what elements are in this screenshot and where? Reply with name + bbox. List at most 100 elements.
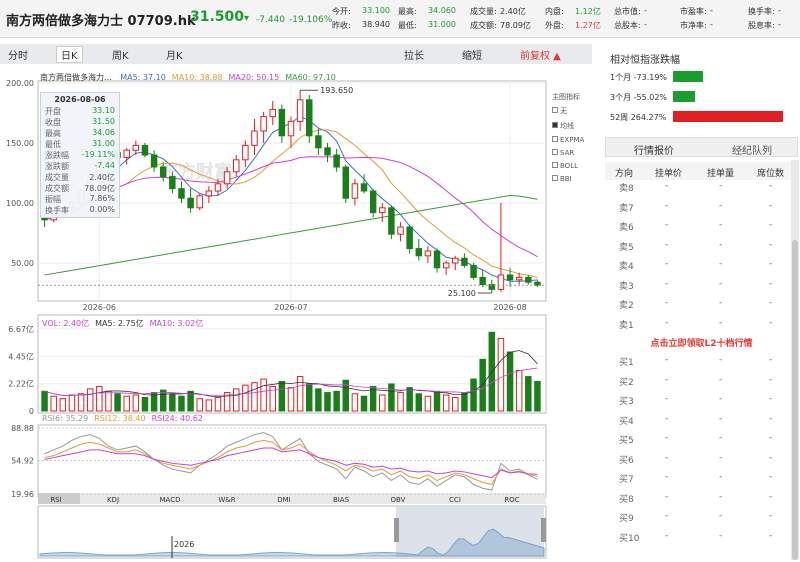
candle-body[interactable] [159, 166, 167, 178]
candle-body[interactable] [506, 274, 514, 281]
tab-quote[interactable]: 行情报价 [634, 142, 674, 157]
volume-y-tick: 6.67亿 [8, 324, 34, 334]
candle-body[interactable] [379, 207, 386, 214]
indicator-checkbox[interactable] [552, 136, 558, 142]
candle-body[interactable] [132, 144, 140, 151]
candle-body[interactable] [260, 116, 267, 132]
candle-body[interactable] [515, 276, 523, 281]
candle-body[interactable] [497, 274, 505, 290]
tab-broker-queue[interactable]: 经纪队列 [732, 142, 772, 157]
indicator-checkbox[interactable] [552, 175, 558, 181]
candle-body[interactable] [369, 190, 377, 214]
orderbook-cell: - [665, 530, 669, 541]
candle-body[interactable] [178, 188, 185, 199]
candle-body[interactable] [351, 183, 359, 199]
tooltip-row: 涨跌幅 -19.11% [41, 150, 119, 161]
candle-body[interactable] [205, 190, 213, 197]
candle-body[interactable] [242, 144, 249, 161]
indicator-option[interactable]: EXPMA [552, 136, 592, 144]
indicator-tab[interactable]: W&R [218, 496, 235, 504]
volume-bar [525, 376, 532, 412]
field-label: 最低: [398, 21, 417, 30]
tab-intraday[interactable]: 分时 [8, 47, 28, 62]
candle-body[interactable] [406, 226, 413, 250]
candle-body[interactable] [187, 197, 194, 209]
zoom-in-button[interactable]: 拉长 [404, 47, 424, 62]
candle-body[interactable] [452, 257, 459, 264]
candle-body[interactable] [388, 207, 395, 235]
candle-body[interactable] [342, 166, 350, 199]
candle-body[interactable] [123, 149, 130, 158]
candle-body[interactable] [278, 108, 286, 137]
candle-body[interactable] [169, 176, 176, 190]
candle-body[interactable] [251, 130, 258, 146]
indicator-tab[interactable]: BIAS [333, 496, 350, 504]
orderbook-row: 买1 - - - [605, 352, 798, 371]
orderbook-row: 卖2 - - - [605, 295, 798, 314]
candle-body[interactable] [223, 171, 231, 185]
navigator-handle-right[interactable] [541, 518, 546, 542]
candle-body[interactable] [525, 276, 532, 283]
indicator-tab[interactable]: ROC [504, 496, 519, 504]
indicator-option[interactable]: SAR [552, 149, 592, 157]
candle-body[interactable] [324, 147, 331, 156]
candle-body[interactable] [214, 183, 222, 192]
indicator-checkbox[interactable] [552, 107, 558, 113]
volume-bar [452, 396, 459, 412]
orderbook-row: 买10 - - - [605, 528, 798, 547]
indicator-tab[interactable]: KDJ [107, 496, 119, 504]
l2-promo-link[interactable]: 点击立即领取L2十档行情 [605, 336, 798, 349]
candle-body[interactable] [296, 99, 304, 122]
indicator-checkbox[interactable] [552, 149, 558, 155]
indicator-checkbox[interactable] [552, 122, 558, 128]
orderbook-cell: - [769, 511, 773, 521]
side-scrollbar[interactable] [791, 160, 799, 560]
tab-daily-k[interactable]: 日K [56, 46, 83, 63]
tab-monthly-k[interactable]: 月K [166, 47, 183, 62]
navigator-handle-left[interactable] [394, 518, 399, 542]
indicator-tab[interactable]: RSI [50, 496, 61, 504]
indicator-option[interactable]: 均线 [552, 121, 592, 131]
indicator-tab[interactable]: MACD [160, 496, 181, 504]
candle-body[interactable] [333, 154, 340, 168]
candle-body[interactable] [397, 226, 404, 235]
volume-bar [461, 392, 468, 412]
candle-body[interactable] [315, 135, 322, 149]
indicator-option[interactable]: BOLL [552, 162, 592, 170]
orderbook-row: 买4 - - - [605, 411, 798, 430]
tooltip-label: 涨跌额 [45, 162, 69, 171]
candle-body[interactable] [442, 262, 450, 269]
scrollbar-thumb[interactable] [792, 240, 798, 560]
chart-stock-name: 南方两倍做多海力... [40, 73, 112, 82]
indicator-checkbox[interactable] [552, 162, 558, 168]
orderbook-cell: - [665, 413, 669, 424]
candle-body[interactable] [415, 248, 423, 257]
candle-body[interactable] [424, 250, 432, 257]
indicator-option[interactable]: BBI [552, 175, 592, 183]
candle-body[interactable] [470, 264, 477, 278]
candle-body[interactable] [269, 108, 276, 118]
indicator-tab[interactable]: CCI [449, 496, 461, 504]
orderbook-row: 卖6 - - - [605, 217, 798, 236]
orderbook-cell: - [769, 530, 773, 541]
candle-body[interactable] [461, 257, 468, 266]
indicator-option[interactable]: 无 [552, 106, 592, 116]
indicator-tab[interactable]: DMI [277, 496, 291, 504]
candle-body[interactable] [360, 183, 368, 192]
zoom-out-button[interactable]: 缩短 [462, 47, 482, 62]
candle-body[interactable] [150, 154, 158, 168]
tooltip-label: 换手率 [45, 206, 69, 215]
candle-body[interactable] [141, 144, 149, 156]
adjust-mode-dropdown[interactable]: 前复权 ▲ [520, 47, 561, 62]
indicator-tab[interactable]: OBV [391, 496, 406, 504]
candle-body[interactable] [433, 250, 441, 269]
candle-body[interactable] [287, 120, 295, 137]
tab-weekly-k[interactable]: 周K [112, 47, 129, 62]
navigator-window[interactable] [396, 507, 544, 557]
orderbook-cell: - [719, 239, 723, 250]
candle-body[interactable] [232, 159, 240, 173]
candle-body[interactable] [196, 195, 203, 209]
candle-body[interactable] [479, 276, 486, 286]
field-value: - [710, 6, 713, 15]
candle-body[interactable] [306, 99, 313, 137]
